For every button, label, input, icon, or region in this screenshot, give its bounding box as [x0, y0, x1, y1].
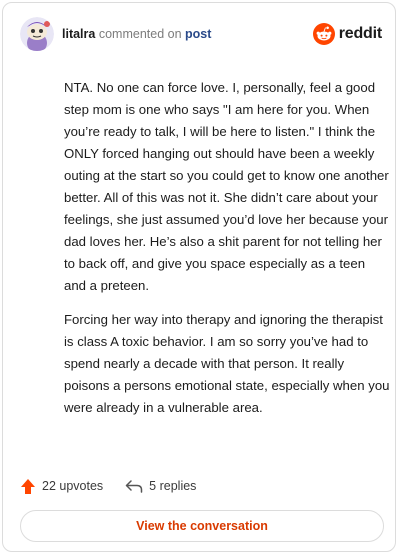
- comment-card: litalra commented on post reddit NTA. No…: [2, 2, 396, 552]
- commented-on-text: commented on: [98, 27, 182, 41]
- comment-paragraph: NTA. No one can force love. I, personall…: [64, 80, 389, 293]
- upvote-count: 22 upvotes: [42, 479, 104, 493]
- post-link[interactable]: post: [185, 27, 211, 41]
- reply-arrow-icon: [125, 480, 143, 493]
- comment-header: litalra commented on post reddit: [20, 17, 382, 53]
- username-link[interactable]: litalra: [62, 27, 95, 41]
- view-conversation-button[interactable]: View the conversation: [20, 510, 384, 542]
- comment-actions: 22 upvotes 5 replies: [20, 475, 218, 497]
- upvote-arrow-icon: [21, 478, 35, 494]
- comment-paragraph: Forcing her way into therapy and ignorin…: [64, 312, 390, 415]
- reddit-brand[interactable]: reddit: [312, 23, 382, 45]
- upvote-button[interactable]: 22 upvotes: [20, 478, 103, 495]
- avatar[interactable]: [20, 17, 54, 51]
- reddit-wordmark: reddit: [338, 25, 382, 42]
- snoo-avatar-icon: [20, 17, 54, 51]
- byline: litalra commented on post: [62, 27, 211, 41]
- comment-body: NTA. No one can force love. I, personall…: [64, 77, 390, 431]
- reply-count: 5 replies: [149, 479, 197, 493]
- replies-button[interactable]: 5 replies: [125, 479, 196, 493]
- reddit-logo-icon: [312, 23, 335, 45]
